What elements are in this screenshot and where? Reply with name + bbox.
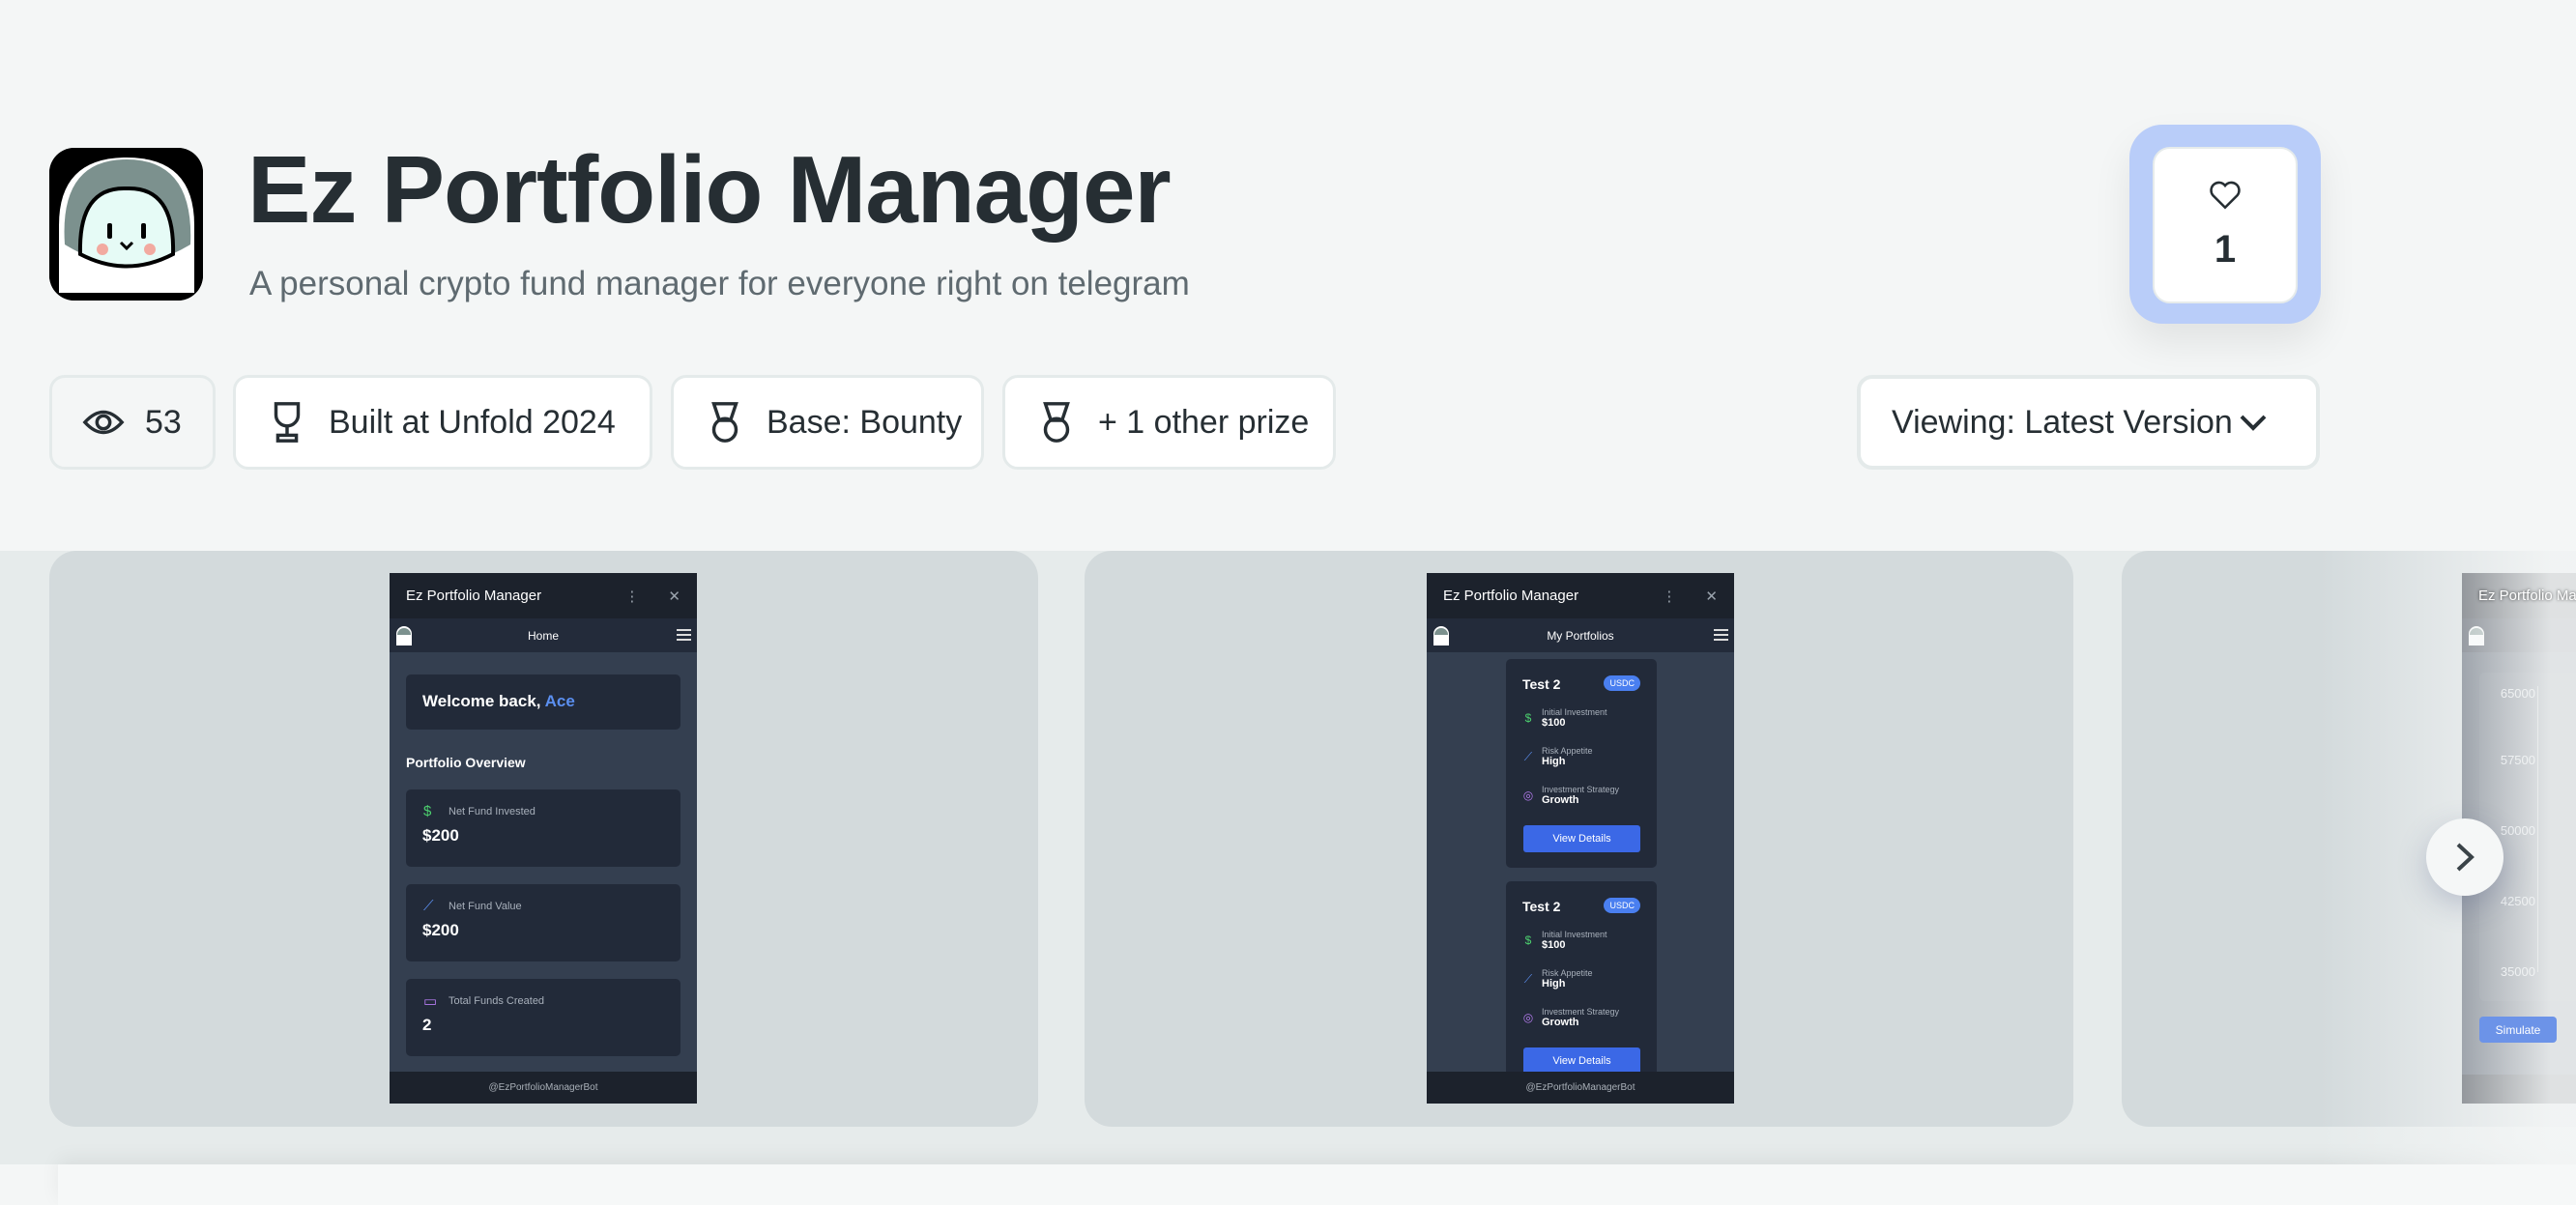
portfolio-card: Test 2 USDC $ Initial Investment $100 ⟋ Ris… [1506,659,1657,868]
field-value: $100 [1542,939,1566,951]
gallery-next-button[interactable] [2426,818,2504,896]
ghost-icon [395,624,413,646]
field-value: $100 [1542,717,1566,729]
stat-label: Net Fund Value [449,901,522,912]
close-icon: ✕ [1705,588,1718,605]
stat-card: ⟋ Net Fund Value $200 [406,884,680,961]
section-title: Portfolio Overview [406,755,526,770]
field-label: Initial Investment [1542,707,1607,717]
stat-value: $200 [422,826,459,845]
eye-icon [82,410,125,435]
field-value: High [1542,978,1566,990]
nav-title: My Portfolios [1547,628,1614,643]
field-label: Initial Investment [1542,930,1607,939]
strategy-icon: ◎ [1522,1011,1534,1024]
wallet-icon: ▭ [423,993,438,1010]
ghost-icon [1433,624,1450,646]
version-select[interactable]: Viewing: Latest Version [1857,375,2320,470]
chevron-right-icon [2456,843,2475,872]
user-name: Ace [544,692,575,710]
other-prizes-badge[interactable]: + 1 other prize [1002,375,1336,470]
app-title: Ez Portfolio Manager [406,588,542,604]
stat-value: 2 [422,1016,432,1034]
content-panel [58,1164,2576,1205]
field-label: Investment Strategy [1542,1007,1620,1017]
chevron-down-icon [2240,415,2267,431]
portfolio-name: Test 2 [1522,899,1561,914]
menu-icon [677,629,691,641]
dollar-icon: $ [423,803,432,819]
project-title: Ez Portfolio Manager [247,136,1172,243]
field-value: Growth [1542,1017,1579,1028]
menu-icon [1714,629,1728,641]
app-title: Ez Portfolio Manager [1443,588,1579,604]
app-title: Ez Portfolio Manager [2478,588,2576,604]
gallery-slide[interactable]: Ez Portfolio Manager ⋮ ✕ My Portfolios Tes… [1085,551,2073,1127]
dollar-icon: $ [1524,933,1532,947]
trophy-icon [274,402,301,443]
token-badge: USDC [1604,675,1640,691]
screenshot-gallery: Ez Portfolio Manager ⋮ ✕ Home Welcome back… [0,551,2576,1164]
stat-card: ▭ Total Funds Created 2 [406,979,680,1056]
prize-badge[interactable]: Base: Bounty [671,375,984,470]
prize-label: Base: Bounty [767,403,963,441]
dollar-icon: $ [1524,711,1532,725]
stat-label: Total Funds Created [449,995,545,1007]
portfolio-card: Test 2 USDC $ Initial Investment $100 ⟋ Ris… [1506,881,1657,1090]
stat-value: $200 [422,921,459,939]
hackathon-badge[interactable]: Built at Unfold 2024 [233,375,652,470]
project-logo [49,148,203,301]
field-value: Growth [1542,794,1579,806]
chart-icon: ⟋ [1523,749,1533,763]
portfolio-name: Test 2 [1522,676,1561,692]
more-icon: ⋮ [1662,588,1677,605]
token-badge: USDC [1604,898,1640,913]
chart-icon: ⟋ [423,898,434,914]
stat-card: $ Net Fund Invested $200 [406,789,680,867]
welcome-text: Welcome back, [422,692,545,710]
chart-icon: ⟋ [1523,971,1533,986]
views-count: 53 [145,403,182,441]
field-label: Risk Appetite [1542,968,1593,978]
more-icon: ⋮ [624,588,640,605]
version-select-label: Viewing: Latest Version [1892,403,2233,441]
field-label: Investment Strategy [1542,785,1620,794]
heart-icon [2210,181,2241,210]
views-badge: 53 [49,375,216,470]
bot-handle: @EzPortfolioManagerBot [390,1072,697,1104]
field-label: Risk Appetite [1542,746,1593,756]
strategy-icon: ◎ [1522,789,1534,802]
view-details-button: View Details [1523,825,1640,852]
app-screenshot-portfolios: Ez Portfolio Manager ⋮ ✕ My Portfolios Tes… [1427,573,1734,1104]
nav-title: Home [527,628,559,643]
view-details-button: View Details [1523,1047,1640,1075]
stat-label: Net Fund Invested [449,806,535,818]
simulate-button: Simulate [2479,1017,2557,1043]
welcome-card: Welcome back, Ace [406,674,680,730]
like-count: 1 [2214,227,2237,271]
bot-handle: @EzPortfolioManagerBot [1427,1072,1734,1104]
gallery-slide[interactable]: Ez Portfolio Manager ⋮ ✕ Home Welcome back… [49,551,1038,1127]
hackathon-label: Built at Unfold 2024 [329,403,616,441]
field-value: High [1542,756,1566,767]
app-screenshot-home: Ez Portfolio Manager ⋮ ✕ Home Welcome back… [390,573,697,1104]
project-subtitle: A personal crypto fund manager for every… [249,265,1190,302]
close-icon: ✕ [668,588,680,605]
medal-icon [711,402,738,443]
other-prizes-label: + 1 other prize [1098,403,1310,441]
medal-icon [1043,402,1070,443]
like-button[interactable]: 1 [2153,147,2298,303]
